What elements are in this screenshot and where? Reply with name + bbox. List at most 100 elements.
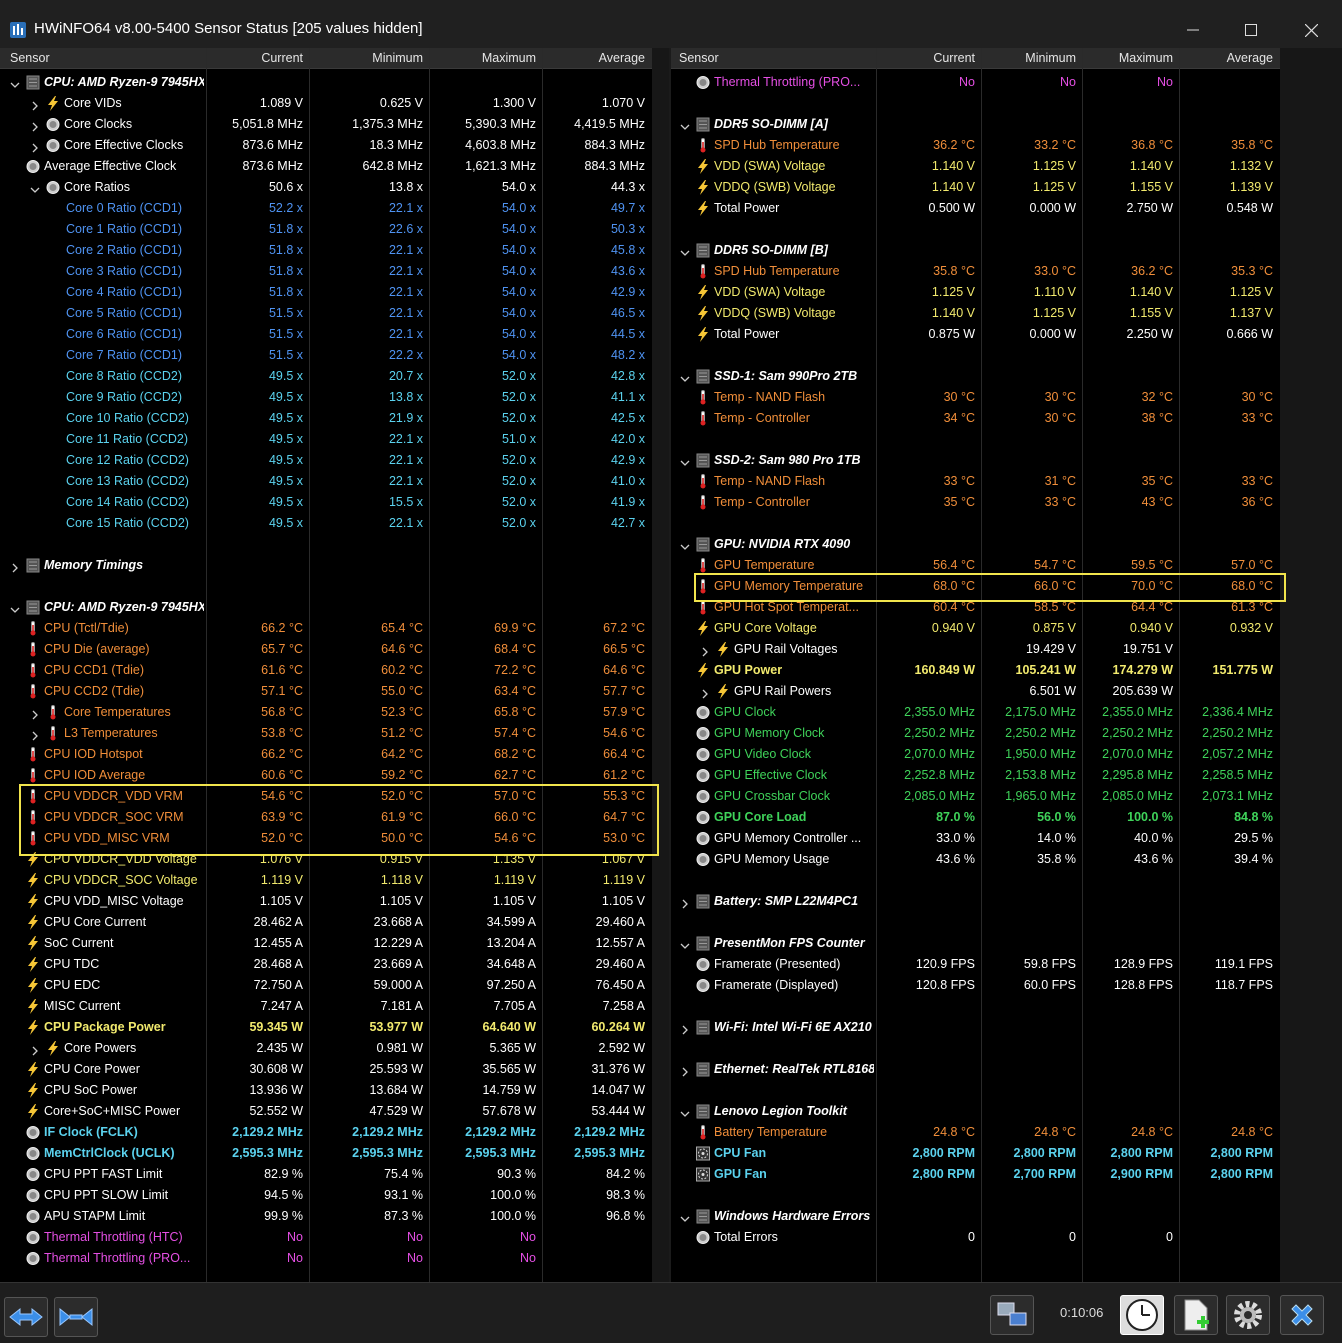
header-average[interactable]: Average	[1227, 48, 1273, 69]
sensor-row-thermal-throttling-htc[interactable]: Thermal Throttling (HTC) No No No	[0, 1227, 652, 1248]
sensor-row-gpu-core-voltage[interactable]: GPU Core Voltage 0.940 V 0.875 V 0.940 V 0.9…	[671, 618, 1280, 639]
collapse-button[interactable]	[54, 1297, 98, 1337]
collapse-toggle[interactable]	[28, 177, 42, 198]
group-row-presentmon-fps-counter[interactable]: PresentMon FPS Counter	[671, 933, 1280, 954]
sensor-row-core-1-ratio-ccd1[interactable]: Core 1 Ratio (CCD1) 51.8 x 22.6 x 54.0 x 50.…	[0, 219, 652, 240]
sensor-row-core-10-ratio-ccd2[interactable]: Core 10 Ratio (CCD2) 49.5 x 21.9 x 52.0 x 42…	[0, 408, 652, 429]
sensor-row-gpu-core-load[interactable]: GPU Core Load 87.0 % 56.0 % 100.0 % 84.8 %	[671, 807, 1280, 828]
group-row-ssd-2-sam-980-pro-1tb[interactable]: SSD-2: Sam 980 Pro 1TB	[671, 450, 1280, 471]
expand-toggle[interactable]	[678, 1059, 692, 1080]
collapse-toggle[interactable]	[8, 72, 22, 93]
header-current[interactable]: Current	[261, 48, 303, 69]
sensor-row-core-clocks[interactable]: Core Clocks 5,051.8 MHz 1,375.3 MHz 5,390.3…	[0, 114, 652, 135]
sensor-row-gpu-rail-powers[interactable]: GPU Rail Powers 6.501 W 205.639 W	[671, 681, 1280, 702]
sensor-row-core-0-ratio-ccd1[interactable]: Core 0 Ratio (CCD1) 52.2 x 22.1 x 54.0 x 49.…	[0, 198, 652, 219]
sensor-row-core-6-ratio-ccd1[interactable]: Core 6 Ratio (CCD1) 51.5 x 22.1 x 54.0 x 44.…	[0, 324, 652, 345]
group-row-gpu-nvidia-rtx-4090[interactable]: GPU: NVIDIA RTX 4090	[671, 534, 1280, 555]
logging-button[interactable]	[1174, 1295, 1218, 1335]
sensor-row-framerate-presented[interactable]: Framerate (Presented) 120.9 FPS 59.8 FPS 12…	[671, 954, 1280, 975]
group-row-ddr5-so-dimm-b[interactable]: DDR5 SO-DIMM [B]	[671, 240, 1280, 261]
expand-toggle[interactable]	[698, 681, 712, 702]
sensor-row-total-errors[interactable]: Total Errors 0 0 0	[671, 1227, 1280, 1248]
expand-toggle[interactable]	[678, 1017, 692, 1038]
sensor-row-core-13-ratio-ccd2[interactable]: Core 13 Ratio (CCD2) 49.5 x 22.1 x 52.0 x 41…	[0, 471, 652, 492]
group-row-cpu-amd-ryzen-9-7945hx[interactable]: CPU: AMD Ryzen-9 7945HX	[0, 597, 652, 618]
header-average[interactable]: Average	[599, 48, 645, 69]
sensor-row-temp-nand-flash[interactable]: Temp - NAND Flash 33 °C 31 °C 35 °C 33 °C	[671, 471, 1280, 492]
sensor-row-soc-current[interactable]: SoC Current 12.455 A 12.229 A 13.204 A 12.55…	[0, 933, 652, 954]
collapse-toggle[interactable]	[678, 534, 692, 555]
header-sensor[interactable]: Sensor	[10, 48, 50, 69]
collapse-toggle[interactable]	[678, 1206, 692, 1227]
collapse-toggle[interactable]	[678, 240, 692, 261]
expand-toggle[interactable]	[28, 114, 42, 135]
sensor-row-core-effective-clocks[interactable]: Core Effective Clocks 873.6 MHz 18.3 MHz 4,…	[0, 135, 652, 156]
sensor-row-core-powers[interactable]: Core Powers 2.435 W 0.981 W 5.365 W 2.592 W	[0, 1038, 652, 1059]
settings-button[interactable]	[1226, 1295, 1270, 1335]
sensor-row-vdd-swa-voltage[interactable]: VDD (SWA) Voltage 1.125 V 1.110 V 1.140 V 1.…	[671, 282, 1280, 303]
sensor-row-gpu-memory-controller[interactable]: GPU Memory Controller ... 33.0 % 14.0 % 40.…	[671, 828, 1280, 849]
sensor-pane-left[interactable]: Sensor Current Minimum Maximum Average C…	[0, 48, 652, 1282]
group-row-cpu-amd-ryzen-9-7945hx[interactable]: CPU: AMD Ryzen-9 7945HX	[0, 72, 652, 93]
expand-toggle[interactable]	[28, 723, 42, 744]
sensor-row-core-3-ratio-ccd1[interactable]: Core 3 Ratio (CCD1) 51.8 x 22.1 x 54.0 x 43.…	[0, 261, 652, 282]
sensor-row-l3-temperatures[interactable]: L3 Temperatures 53.8 °C 51.2 °C 57.4 °C 54.6…	[0, 723, 652, 744]
sensor-row-vddq-swb-voltage[interactable]: VDDQ (SWB) Voltage 1.140 V 1.125 V 1.155 V 1…	[671, 177, 1280, 198]
sensor-row-cpu-tctl-tdie[interactable]: CPU (Tctl/Tdie) 66.2 °C 65.4 °C 69.9 °C 67.2…	[0, 618, 652, 639]
sensor-row-core-ratios[interactable]: Core Ratios 50.6 x 13.8 x 54.0 x 44.3 x	[0, 177, 652, 198]
sensor-row-cpu-tdc[interactable]: CPU TDC 28.468 A 23.669 A 34.648 A 29.460 A	[0, 954, 652, 975]
sensor-row-thermal-throttling-pro[interactable]: Thermal Throttling (PRO... No No No	[0, 1248, 652, 1269]
header-maximum[interactable]: Maximum	[482, 48, 536, 69]
sensor-row-gpu-fan[interactable]: GPU Fan 2,800 RPM 2,700 RPM 2,900 RPM 2,800 …	[671, 1164, 1280, 1185]
sensor-row-apu-stapm-limit[interactable]: APU STAPM Limit 99.9 % 87.3 % 100.0 % 96.8 %	[0, 1206, 652, 1227]
sensor-row-core-temperatures[interactable]: Core Temperatures 56.8 °C 52.3 °C 65.8 °C 57…	[0, 702, 652, 723]
sensor-row-misc-current[interactable]: MISC Current 7.247 A 7.181 A 7.705 A 7.258 A	[0, 996, 652, 1017]
sensor-row-temp-controller[interactable]: Temp - Controller 35 °C 33 °C 43 °C 36 °C	[671, 492, 1280, 513]
header-maximum[interactable]: Maximum	[1119, 48, 1173, 69]
sensor-row-core-12-ratio-ccd2[interactable]: Core 12 Ratio (CCD2) 49.5 x 22.1 x 52.0 x 42…	[0, 450, 652, 471]
sensor-row-cpu-die-average[interactable]: CPU Die (average) 65.7 °C 64.6 °C 68.4 °C 66…	[0, 639, 652, 660]
group-row-lenovo-legion-toolkit[interactable]: Lenovo Legion Toolkit	[671, 1101, 1280, 1122]
sensor-row-vdd-swa-voltage[interactable]: VDD (SWA) Voltage 1.140 V 1.125 V 1.140 V 1.…	[671, 156, 1280, 177]
sensor-row-gpu-memory-usage[interactable]: GPU Memory Usage 43.6 % 35.8 % 43.6 % 39.4 %	[671, 849, 1280, 870]
sensor-row-spd-hub-temperature[interactable]: SPD Hub Temperature 35.8 °C 33.0 °C 36.2 °C…	[671, 261, 1280, 282]
sensor-row-gpu-temperature[interactable]: GPU Temperature 56.4 °C 54.7 °C 59.5 °C 57.0…	[671, 555, 1280, 576]
exit-button[interactable]	[1280, 1295, 1324, 1335]
group-row-ddr5-so-dimm-a[interactable]: DDR5 SO-DIMM [A]	[671, 114, 1280, 135]
network-button[interactable]	[990, 1295, 1034, 1335]
sensor-row-cpu-vddcr-soc-voltage[interactable]: CPU VDDCR_SOC Voltage 1.119 V 1.118 V 1.119…	[0, 870, 652, 891]
sensor-row-cpu-fan[interactable]: CPU Fan 2,800 RPM 2,800 RPM 2,800 RPM 2,800 …	[671, 1143, 1280, 1164]
scrollbar-right[interactable]	[1280, 48, 1342, 1282]
sensor-pane-right[interactable]: Sensor Current Minimum Maximum Average T…	[671, 48, 1280, 1282]
expand-toggle[interactable]	[8, 555, 22, 576]
sensor-row-total-power[interactable]: Total Power 0.500 W 0.000 W 2.750 W 0.548 W	[671, 198, 1280, 219]
sensor-row-cpu-vddcr-vdd-voltage[interactable]: CPU VDDCR_VDD Voltage 1.076 V 0.915 V 1.135…	[0, 849, 652, 870]
collapse-toggle[interactable]	[678, 933, 692, 954]
sensor-row-memctrlclock-uclk[interactable]: MemCtrlClock (UCLK) 2,595.3 MHz 2,595.3 MH…	[0, 1143, 652, 1164]
group-row-ssd-1-sam-990pro-2tb[interactable]: SSD-1: Sam 990Pro 2TB	[671, 366, 1280, 387]
expand-toggle[interactable]	[28, 702, 42, 723]
sensor-row-cpu-ccd2-tdie[interactable]: CPU CCD2 (Tdie) 57.1 °C 55.0 °C 63.4 °C 57.7…	[0, 681, 652, 702]
sensor-row-battery-temperature[interactable]: Battery Temperature 24.8 °C 24.8 °C 24.8 °C…	[671, 1122, 1280, 1143]
sensor-row-gpu-power[interactable]: GPU Power 160.849 W 105.241 W 174.279 W 151.…	[671, 660, 1280, 681]
sensor-row-core-5-ratio-ccd1[interactable]: Core 5 Ratio (CCD1) 51.5 x 22.1 x 54.0 x 46.…	[0, 303, 652, 324]
sensor-row-core-4-ratio-ccd1[interactable]: Core 4 Ratio (CCD1) 51.8 x 22.1 x 54.0 x 42.…	[0, 282, 652, 303]
group-row-windows-hardware-errors-whea[interactable]: Windows Hardware Errors (WHEA)	[671, 1206, 1280, 1227]
sensor-row-thermal-throttling-pro[interactable]: Thermal Throttling (PRO... No No No	[671, 72, 1280, 93]
sensor-row-temp-nand-flash[interactable]: Temp - NAND Flash 30 °C 30 °C 32 °C 30 °C	[671, 387, 1280, 408]
sensor-row-core-7-ratio-ccd1[interactable]: Core 7 Ratio (CCD1) 51.5 x 22.2 x 54.0 x 48.…	[0, 345, 652, 366]
sensor-row-cpu-iod-average[interactable]: CPU IOD Average 60.6 °C 59.2 °C 62.7 °C 61.2…	[0, 765, 652, 786]
sensor-row-framerate-displayed[interactable]: Framerate (Displayed) 120.8 FPS 60.0 FPS 12…	[671, 975, 1280, 996]
sensor-row-gpu-rail-voltages[interactable]: GPU Rail Voltages 19.429 V 19.751 V	[671, 639, 1280, 660]
sensor-row-core-14-ratio-ccd2[interactable]: Core 14 Ratio (CCD2) 49.5 x 15.5 x 52.0 x 41…	[0, 492, 652, 513]
clock-reset-button[interactable]	[1120, 1295, 1164, 1335]
sensor-row-cpu-soc-power[interactable]: CPU SoC Power 13.936 W 13.684 W 14.759 W 14.…	[0, 1080, 652, 1101]
sensor-row-temp-controller[interactable]: Temp - Controller 34 °C 30 °C 38 °C 33 °C	[671, 408, 1280, 429]
sensor-row-gpu-memory-clock[interactable]: GPU Memory Clock 2,250.2 MHz 2,250.2 MHz 2,…	[671, 723, 1280, 744]
sensor-row-total-power[interactable]: Total Power 0.875 W 0.000 W 2.250 W 0.666 W	[671, 324, 1280, 345]
sensor-row-cpu-core-power[interactable]: CPU Core Power 30.608 W 25.593 W 35.565 W 31…	[0, 1059, 652, 1080]
sensor-row-core-8-ratio-ccd2[interactable]: Core 8 Ratio (CCD2) 49.5 x 20.7 x 52.0 x 42.…	[0, 366, 652, 387]
sensor-row-core-2-ratio-ccd1[interactable]: Core 2 Ratio (CCD1) 51.8 x 22.1 x 54.0 x 45.…	[0, 240, 652, 261]
sensor-row-cpu-iod-hotspot[interactable]: CPU IOD Hotspot 66.2 °C 64.2 °C 68.2 °C 66.4…	[0, 744, 652, 765]
sensor-row-if-clock-fclk[interactable]: IF Clock (FCLK) 2,129.2 MHz 2,129.2 MHz 2,1…	[0, 1122, 652, 1143]
